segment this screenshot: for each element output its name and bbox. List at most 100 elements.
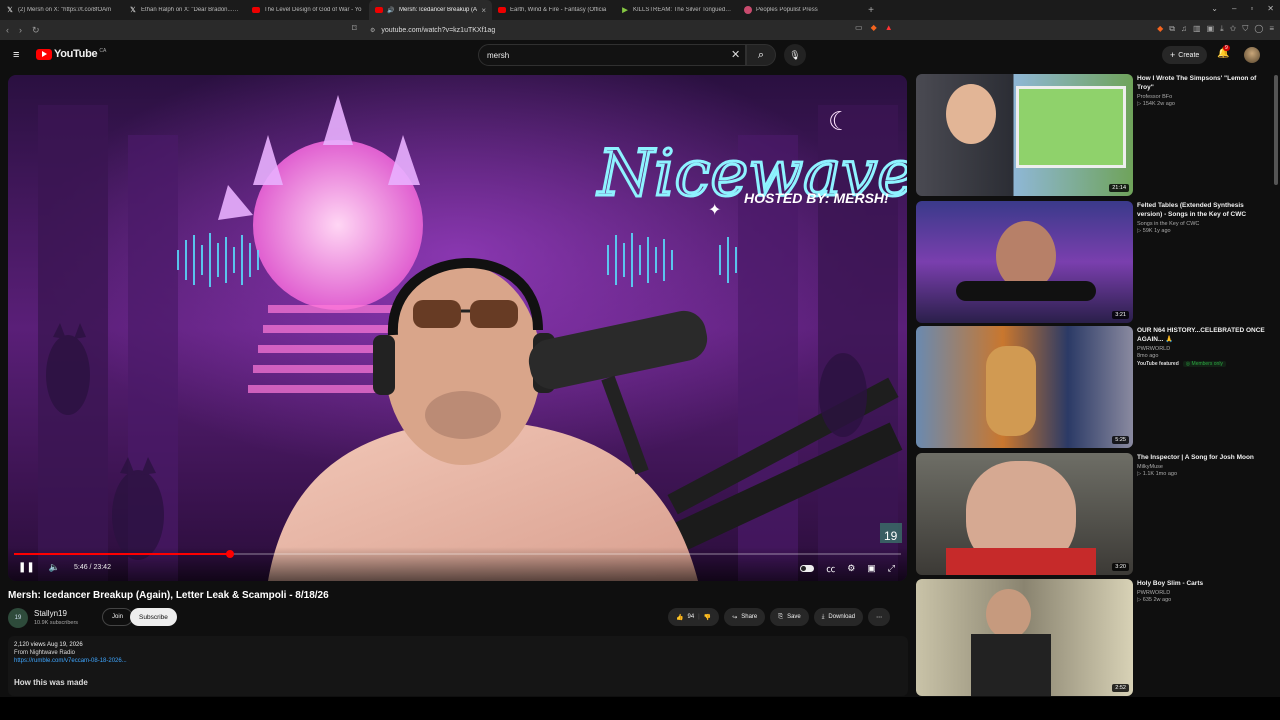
hamburger-menu-icon[interactable]: ≡ (13, 49, 19, 61)
page-scrollbar[interactable] (1274, 75, 1278, 185)
related-video-item[interactable]: 2:52 Holy Boy Slim - Carts PWRWORLD ▷ 63… (916, 579, 1272, 696)
duration-badge: 3:20 (1112, 563, 1129, 571)
voice-search-button[interactable]: 🎙 (784, 44, 806, 66)
address-actions: ▭ ◆ ▲ (855, 23, 893, 32)
video-thumbnail[interactable]: 3:21 (916, 201, 1133, 323)
bookmark-star-icon[interactable]: ✩ (1230, 24, 1237, 34)
share-button[interactable]: ↪ Share (724, 608, 766, 626)
thumbs-up-icon: 👍 (676, 614, 684, 621)
related-video-title[interactable]: How I Wrote The Simpsons' "Lemon of Troy… (1137, 74, 1267, 92)
related-video-channel[interactable]: Professor BFo (1137, 94, 1267, 100)
browser-tab[interactable]: The Level Design of God of War - Yo (246, 0, 369, 20)
settings-gear-icon[interactable]: ⚙ (847, 563, 855, 574)
youtube-header: ≡ YouTube CA mersh ✕ ⌕ 🎙 + Create 🔔 9 (0, 40, 1280, 70)
youtube-icon (498, 7, 506, 13)
youtube-logo[interactable]: YouTube CA (36, 48, 106, 60)
related-video-info: OUR N64 HISTORY...CELEBRATED ONCE AGAIN.… (1137, 326, 1267, 367)
music-icon[interactable]: ♫ (1181, 24, 1187, 34)
related-video-title[interactable]: Holy Boy Slim - Carts (1137, 579, 1267, 588)
bookmark-icon[interactable]: ⌑ (352, 23, 357, 34)
video-thumbnail[interactable]: 3:20 (916, 453, 1133, 575)
sidebar-icon[interactable]: ▥ (1193, 24, 1201, 34)
description-box[interactable]: 2,120 views Aug 19, 2026 From Nightwave … (8, 636, 908, 696)
thumbs-down-icon[interactable]: 👎 (704, 614, 711, 621)
wallet-icon[interactable]: ▣ (1207, 24, 1215, 34)
back-icon[interactable]: ‹ (6, 25, 9, 36)
related-video-stats: 8mo ago (1137, 353, 1159, 359)
avatar[interactable] (1244, 47, 1260, 63)
more-actions-button[interactable]: ⋯ (868, 608, 891, 626)
related-video-title[interactable]: The Inspector | A Song for Josh Moon (1137, 453, 1267, 462)
svg-text:✦: ✦ (708, 202, 721, 219)
channel-avatar[interactable]: 19 (8, 608, 28, 628)
related-video-item[interactable]: 21:14 How I Wrote The Simpsons' "Lemon o… (916, 74, 1272, 196)
browser-tab[interactable]: Earth, Wind & Fire - Fantasy (Officia (492, 0, 615, 20)
new-tab-button[interactable]: + (861, 5, 881, 16)
minimize-icon[interactable]: – (1232, 4, 1236, 13)
video-thumbnail[interactable]: 21:14 (916, 74, 1133, 196)
speaker-icon: 🔊 (387, 7, 395, 14)
related-video-channel[interactable]: MilkyMuse (1137, 464, 1267, 470)
clear-search-icon[interactable]: ✕ (731, 48, 740, 61)
progress-bar[interactable] (14, 550, 901, 558)
notifications-button[interactable]: 🔔 9 (1217, 45, 1230, 59)
cast-icon[interactable]: ▭ (855, 23, 863, 32)
search-button[interactable]: ⌕ (746, 44, 776, 66)
related-video-item[interactable]: 3:21 Felted Tables (Extended Synthesis v… (916, 201, 1272, 323)
puzzle-icon[interactable]: ⧉ (1169, 24, 1175, 34)
description-source: From Nightwave Radio (14, 650, 76, 656)
site-info-icon[interactable]: ⚙ (370, 27, 375, 34)
related-video-channel[interactable]: Songs in the Key of CWC (1137, 221, 1267, 227)
video-thumbnail[interactable]: 5:25 (916, 326, 1133, 448)
related-video-stats: ▷ 635 2w ago (1137, 597, 1172, 603)
shield-icon[interactable]: ◆ (871, 23, 877, 32)
menu-icon[interactable]: ≡ (1269, 24, 1274, 34)
video-player[interactable]: Nicewave HOSTED BY: MERSH! ☾ ✦ 19 ❚❚ 🔈 5… (8, 75, 907, 581)
captions-icon[interactable]: ㏄ (826, 562, 835, 575)
subscribe-button[interactable]: Subscribe (130, 608, 177, 626)
reload-icon[interactable]: ↻ (32, 25, 40, 36)
related-video-item[interactable]: 3:20 The Inspector | A Song for Josh Moo… (916, 453, 1272, 575)
related-video-badges: YouTube featured ◎ Members only (1137, 361, 1267, 367)
browser-tab[interactable]: 𝕏 (2) Mersh on X: "https://t.co/8fOAm (0, 0, 123, 20)
browser-tab[interactable]: Peoples Populist Press (738, 0, 861, 20)
related-video-title[interactable]: Felted Tables (Extended Synthesis versio… (1137, 201, 1267, 219)
like-button[interactable]: 👍 94 | 👎 (668, 608, 720, 626)
profile-icon[interactable]: ◯ (1254, 24, 1263, 34)
duration-badge: 5:25 (1112, 436, 1129, 444)
more-icon: ⋯ (876, 614, 883, 621)
related-video-item[interactable]: 5:25 OUR N64 HISTORY...CELEBRATED ONCE A… (916, 326, 1272, 448)
video-thumbnail[interactable]: 2:52 (916, 579, 1133, 696)
search-input[interactable]: mersh (478, 44, 746, 66)
channel-name[interactable]: Stallyn19 (34, 609, 67, 618)
alert-icon[interactable]: ▲ (885, 23, 893, 32)
close-tab-icon[interactable]: × (481, 6, 486, 15)
download-button[interactable]: ⤓ Download (813, 608, 864, 626)
join-button[interactable]: Join (102, 608, 134, 626)
maximize-icon[interactable]: ▫ (1250, 4, 1253, 13)
related-video-channel[interactable]: PWRWORLD (1137, 346, 1267, 352)
extension-icon[interactable]: ◆ (1157, 24, 1163, 34)
related-video-title[interactable]: OUR N64 HISTORY...CELEBRATED ONCE AGAIN.… (1137, 326, 1267, 344)
related-video-channel[interactable]: PWRWORLD (1137, 590, 1267, 596)
browser-tab-active[interactable]: 🔊 Mersh: Icedancer Breakup (A × (369, 0, 492, 20)
create-button[interactable]: + Create (1162, 46, 1208, 64)
autoplay-toggle[interactable] (800, 565, 815, 572)
tab-list-icon[interactable]: ⌄ (1211, 4, 1218, 13)
browser-tab[interactable]: ▶ KILLSTREAM: The Silver Tongued Dev (615, 0, 738, 20)
save-button[interactable]: ⎘ Save (770, 608, 809, 626)
shield-outline-icon[interactable]: ⛉ (1242, 24, 1248, 34)
fullscreen-icon[interactable]: ⤢ (888, 563, 895, 574)
url-field[interactable]: ⚙ youtube.com/watch?v=kz1uTKXf1ag (370, 23, 910, 37)
time-display: 5:46 / 23:42 (73, 564, 111, 571)
plus-icon: + (1170, 50, 1176, 60)
pause-icon[interactable]: ❚❚ (18, 562, 35, 573)
volume-icon[interactable]: 🔈 (49, 562, 60, 573)
description-link[interactable]: https://rumble.com/v7eccam-08-18-2026... (14, 658, 902, 664)
close-window-icon[interactable]: ✕ (1267, 4, 1274, 13)
forward-icon[interactable]: › (19, 25, 22, 36)
download-icon[interactable]: ⤓ (1220, 24, 1224, 34)
browser-tab[interactable]: 𝕏 Ethan Ralph on X: "Dear Bradon...Sci (123, 0, 246, 20)
miniplayer-icon[interactable]: ▣ (867, 563, 876, 574)
scrubber-handle[interactable] (225, 550, 234, 558)
